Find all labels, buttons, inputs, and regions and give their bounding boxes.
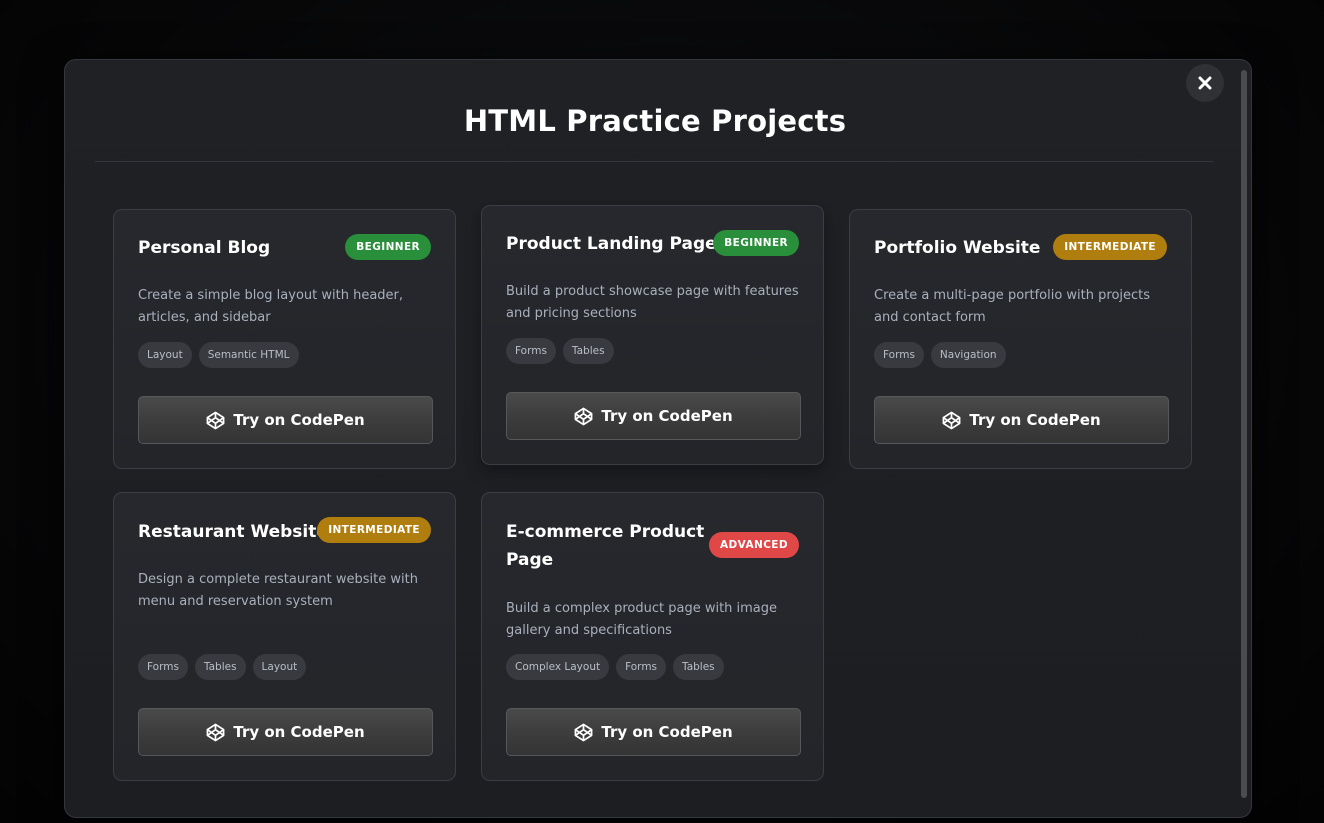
project-description: Create a multi-page portfolio with proje…	[874, 288, 1151, 325]
close-button[interactable]	[1186, 64, 1224, 102]
project-card-product-landing-page: Product Landing Page BEGINNER Build a pr…	[481, 205, 824, 465]
try-on-codepen-button[interactable]: Try on CodePen	[138, 708, 433, 756]
projects-modal: HTML Practice Projects Personal Blog BEG…	[64, 59, 1252, 818]
tag: Forms	[506, 338, 556, 364]
button-label: Try on CodePen	[233, 723, 365, 741]
tag: Layout	[252, 654, 307, 680]
tag: Navigation	[930, 342, 1006, 368]
tag: Complex Layout	[506, 654, 610, 680]
project-description: Design a complete restaurant website wit…	[138, 572, 418, 609]
tag: Forms	[874, 342, 924, 368]
title-divider	[95, 161, 1213, 162]
tag: Tables	[673, 654, 724, 680]
tag-list: Forms Tables	[506, 338, 614, 364]
tag-list: Layout Semantic HTML	[138, 342, 299, 368]
project-title: Restaurant Website	[138, 522, 328, 542]
codepen-icon	[206, 411, 225, 429]
project-card-personal-blog: Personal Blog BEGINNER Create a simple b…	[113, 209, 456, 469]
try-on-codepen-button[interactable]: Try on CodePen	[138, 396, 433, 444]
tag-list: Forms Navigation	[874, 342, 1006, 368]
tag: Forms	[616, 654, 667, 680]
difficulty-badge: BEGINNER	[713, 230, 799, 256]
button-label: Try on CodePen	[601, 407, 733, 425]
project-card-restaurant-website: Restaurant Website INTERMEDIATE Design a…	[113, 492, 456, 781]
try-on-codepen-button[interactable]: Try on CodePen	[506, 708, 801, 756]
tag-list: Forms Tables Layout	[138, 654, 307, 680]
project-title: Personal Blog	[138, 238, 271, 258]
button-label: Try on CodePen	[601, 723, 733, 741]
codepen-icon	[206, 723, 225, 741]
tag: Layout	[138, 342, 192, 368]
tag-list: Complex Layout Forms Tables	[506, 654, 724, 680]
try-on-codepen-button[interactable]: Try on CodePen	[506, 392, 801, 440]
project-title: E-commerce Product Page	[506, 522, 705, 570]
tag: Semantic HTML	[198, 342, 299, 368]
button-label: Try on CodePen	[233, 411, 365, 429]
try-on-codepen-button[interactable]: Try on CodePen	[874, 396, 1169, 444]
difficulty-badge: ADVANCED	[709, 532, 799, 558]
modal-title: HTML Practice Projects	[463, 104, 847, 138]
tag: Tables	[194, 654, 246, 680]
tag: Tables	[562, 338, 614, 364]
project-description: Create a simple blog layout with header,…	[138, 288, 404, 325]
tag: Forms	[138, 654, 188, 680]
modal-scrollbar[interactable]	[1241, 70, 1247, 798]
project-card-ecommerce-product-page: E-commerce Product Page ADVANCED Build a…	[481, 492, 824, 781]
codepen-icon	[942, 411, 961, 429]
project-card-portfolio-website: Portfolio Website INTERMEDIATE Create a …	[849, 209, 1192, 469]
project-title: Product Landing Page	[506, 234, 717, 254]
close-icon	[1198, 76, 1212, 90]
codepen-icon	[574, 407, 593, 425]
difficulty-badge: INTERMEDIATE	[317, 517, 431, 543]
button-label: Try on CodePen	[969, 411, 1101, 429]
project-title: Portfolio Website	[874, 238, 1041, 258]
codepen-icon	[574, 723, 593, 741]
project-description: Build a complex product page with image …	[506, 601, 778, 638]
project-description: Build a product showcase page with featu…	[506, 284, 799, 321]
difficulty-badge: BEGINNER	[345, 234, 431, 260]
difficulty-badge: INTERMEDIATE	[1053, 234, 1167, 260]
